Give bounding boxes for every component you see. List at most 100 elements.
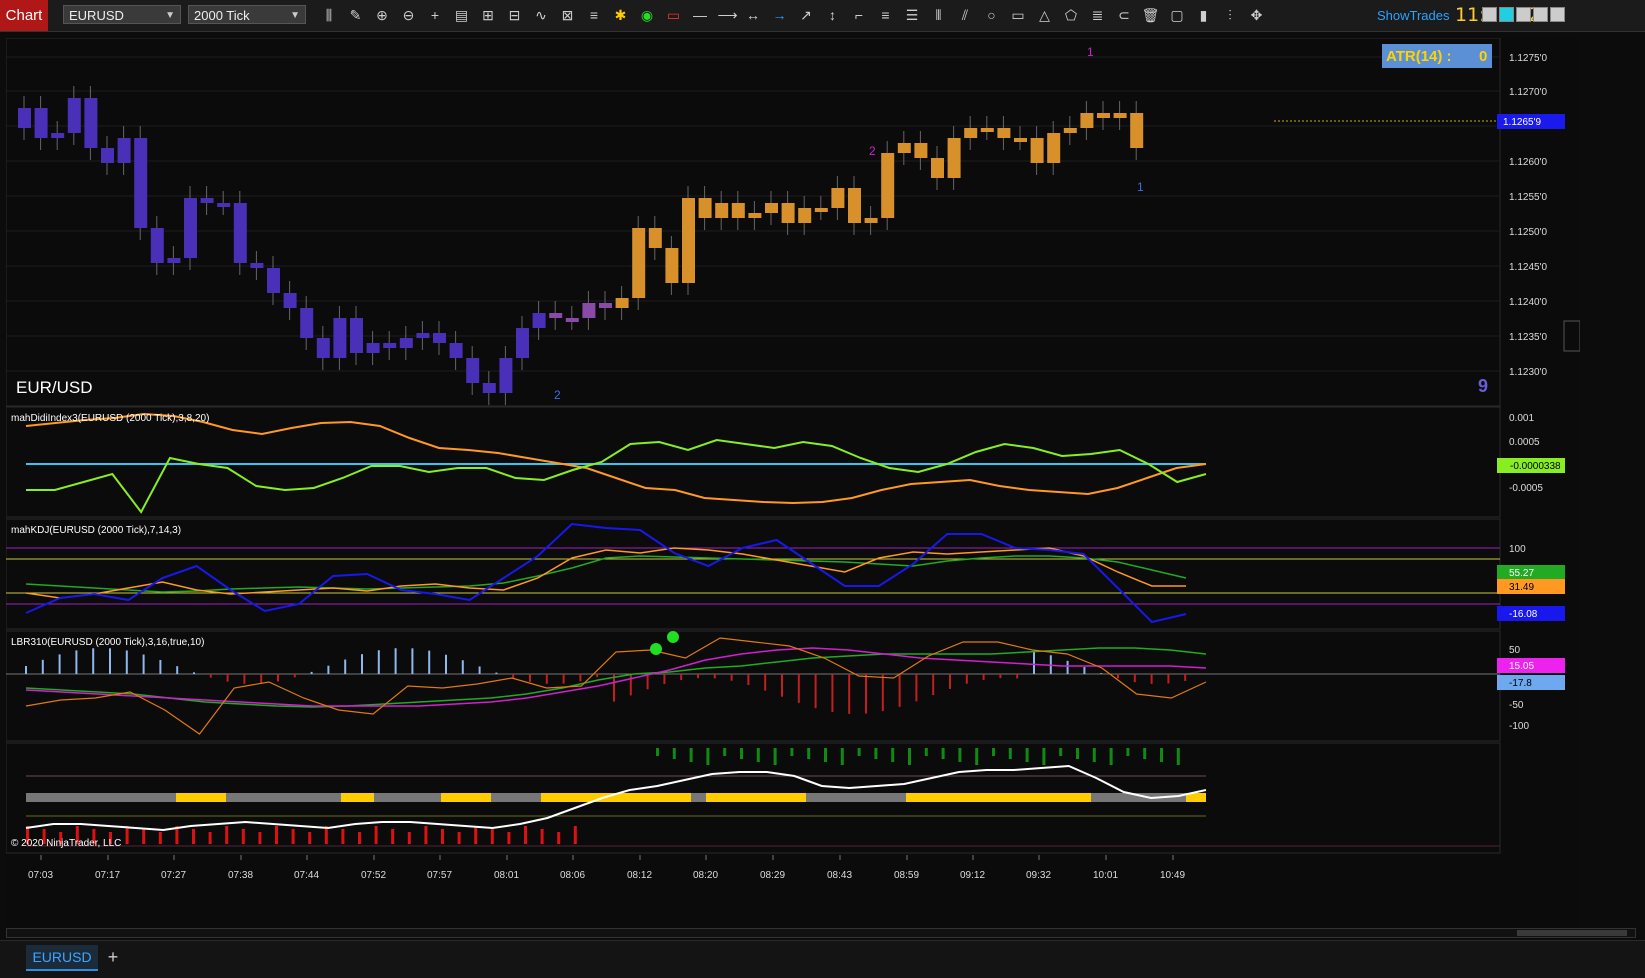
trend-ribbon-segment [176,793,226,802]
candle-body [565,318,579,322]
data-box-icon[interactable]: ⊞ [479,6,497,24]
ray-icon[interactable]: ⟶ [718,6,738,24]
price-tick: 1.1260'0 [1509,157,1547,168]
close-icon[interactable] [1550,7,1565,22]
trend-bar-green [1059,748,1063,756]
candle-body [233,203,247,263]
templates-icon[interactable]: ⊠ [559,6,577,24]
move-icon[interactable]: ✥ [1248,6,1266,24]
tab-eurusd[interactable]: EURUSD [26,945,98,971]
split-icon[interactable]: ▮ [1195,6,1213,24]
lbr-signal-value: 15.05 [1509,661,1534,672]
trend-bar-red [275,826,278,844]
crosshair-icon[interactable]: + [426,6,444,24]
window-restore-icon[interactable] [1482,7,1497,22]
trend-bar-red [158,832,162,844]
candle-body [366,343,380,353]
triangle-icon[interactable]: △ [1036,6,1054,24]
trend-bar-green [1160,748,1163,762]
candle-body [549,313,563,318]
show-trades-button[interactable]: ShowTrades [1377,8,1450,23]
trend-bar-red [358,832,361,844]
window-pin-icon[interactable] [1499,7,1514,22]
trend-bar-red [441,829,444,844]
rectangle-icon[interactable]: ▭ [1009,6,1027,24]
time-tick: 10:49 [1160,870,1185,881]
trend-bar-red [573,826,577,844]
trend-bar-red [241,829,245,844]
candle-body [1047,133,1061,163]
extended-line-icon[interactable]: ↔ [744,6,762,24]
trend-bar-green [958,748,962,762]
time-tick: 10:01 [1093,870,1118,881]
candle-body [682,198,695,283]
candle-body [980,128,994,132]
price-tick: 1.1270'0 [1509,87,1547,98]
text-icon[interactable]: ≣ [1089,6,1107,24]
trend-bar-red [142,829,146,844]
ellipse-icon[interactable]: ○ [983,6,1001,24]
trash-icon[interactable]: 🗑 [1142,6,1160,24]
trend-bar-green [975,748,979,765]
trend-bar-green [807,748,811,759]
zoom-out-icon[interactable]: ⊖ [400,6,418,24]
instrument-value: EURUSD [69,8,124,23]
chart-tab-bar: EURUSD + [0,940,1645,978]
candle-body [18,108,31,128]
polygon-icon[interactable]: ⬠ [1062,6,1080,24]
bar-style-icon[interactable]: ⫼ [320,6,338,24]
indicators-icon[interactable]: ∿ [532,6,550,24]
zoom-in-icon[interactable]: ⊕ [373,6,391,24]
swing-marker: 1 [1137,180,1144,194]
record-icon[interactable]: ◉ [638,6,656,24]
candle-body [51,133,65,138]
candle-body [765,203,778,213]
candle-body [1063,128,1077,133]
trend-bar-red [557,832,561,844]
trend-bar-green [756,748,760,762]
price-axis-handle[interactable] [1563,320,1580,352]
candle-body [167,258,181,263]
strategies-icon[interactable]: ⊟ [506,6,524,24]
pitchfork-icon[interactable]: ⦀ [930,6,948,24]
trend-bar-red [424,826,428,844]
trend-bar-green [1076,748,1079,759]
lbr-tick: -50 [1509,700,1524,711]
candle-body [350,318,363,353]
minimize-icon[interactable] [1516,7,1531,22]
interval-selector[interactable]: 2000 Tick ▼ [188,5,306,24]
trend-bar-green [1042,748,1046,765]
list-icon[interactable]: ≡ [585,6,603,24]
scrollbar-thumb[interactable] [1517,930,1627,936]
swing-marker: 2 [869,144,876,158]
eraser-icon[interactable]: ⊂ [1115,6,1133,24]
horizontal-scrollbar[interactable] [6,928,1636,938]
arrow-line-icon[interactable]: → [771,6,789,24]
didi-tick: -0.0005 [1509,483,1543,494]
pencil-icon[interactable]: ✎ [347,6,365,24]
add-tab-button[interactable]: + [103,945,123,969]
chart-canvas[interactable]: EUR/USD 9 ATR(14) : 0 1 2 1 2 1.1275'0 1.… [6,38,1580,928]
instrument-selector[interactable]: EURUSD ▼ [63,5,181,24]
candle-body [200,198,214,203]
bug-icon[interactable]: ✱ [612,6,630,24]
line-icon[interactable]: — [691,6,709,24]
trend-ribbon-segment [691,793,706,802]
trend-bar-green [790,748,794,756]
vertical-line-icon[interactable]: ↕ [824,6,842,24]
maximize-icon[interactable] [1533,7,1548,22]
gann-icon[interactable]: ☰ [903,6,921,24]
drawing-icon[interactable]: ▭ [665,6,683,24]
atr-label: ATR(14) : [1386,48,1452,65]
fib-icon[interactable]: ⌐ [850,6,868,24]
trend-bar-green [840,748,844,765]
properties-icon[interactable]: ▤ [453,6,471,24]
horizontal-line-icon[interactable]: ↗ [797,6,815,24]
candle-body [781,203,795,223]
attach-icon[interactable]: ⫶ [1221,6,1239,24]
parallel-icon[interactable]: ≡ [877,6,895,24]
candle-body [897,143,911,153]
time-tick: 08:20 [693,870,718,881]
regression-icon[interactable]: ⫽ [956,6,974,24]
window-icon[interactable]: ▢ [1168,6,1186,24]
